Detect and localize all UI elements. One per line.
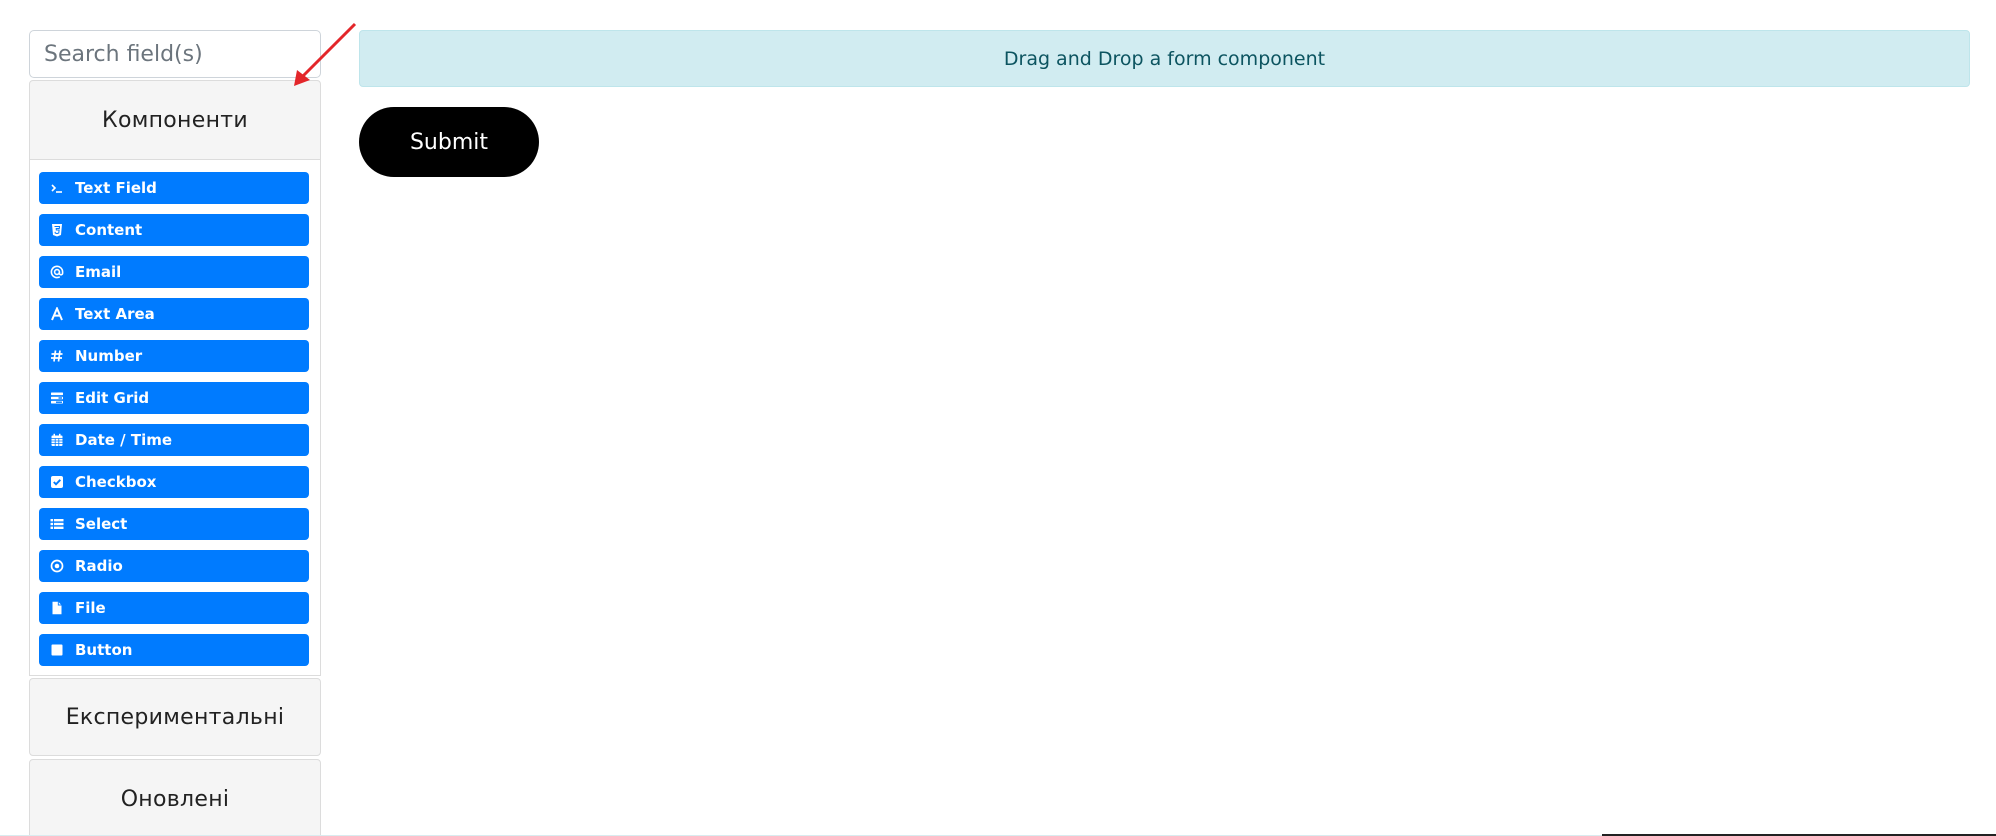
- drop-zone-text: Drag and Drop a form component: [1003, 47, 1326, 70]
- component-select[interactable]: Select: [39, 508, 309, 540]
- component-label: Date / Time: [75, 431, 173, 449]
- component-content[interactable]: Content: [39, 214, 309, 246]
- component-list: Text Field Content Email Text Area Numbe…: [29, 160, 321, 676]
- component-file[interactable]: File: [39, 592, 309, 624]
- component-date-time[interactable]: Date / Time: [39, 424, 309, 456]
- component-label: Edit Grid: [75, 389, 150, 407]
- stop-icon: [50, 643, 64, 657]
- form-drop-zone[interactable]: Drag and Drop a form component: [359, 30, 1970, 87]
- dot-circle-icon: [50, 559, 64, 573]
- component-label: Text Field: [75, 179, 157, 197]
- html5-icon: [50, 223, 64, 237]
- component-label: Number: [75, 347, 143, 365]
- component-label: Select: [75, 515, 128, 533]
- component-checkbox[interactable]: Checkbox: [39, 466, 309, 498]
- group-header-updated[interactable]: Оновлені: [29, 759, 321, 836]
- component-label: Email: [75, 263, 122, 281]
- check-square-icon: [50, 475, 64, 489]
- component-edit-grid[interactable]: Edit Grid: [39, 382, 309, 414]
- component-number[interactable]: Number: [39, 340, 309, 372]
- font-icon: [50, 307, 64, 321]
- component-label: Content: [75, 221, 143, 239]
- component-label: Checkbox: [75, 473, 157, 491]
- group-header-experimental[interactable]: Експериментальні: [29, 678, 321, 756]
- component-button[interactable]: Button: [39, 634, 309, 666]
- component-label: File: [75, 599, 106, 617]
- component-radio[interactable]: Radio: [39, 550, 309, 582]
- hashtag-icon: [50, 349, 64, 363]
- terminal-icon: [50, 181, 64, 195]
- component-label: Button: [75, 641, 133, 659]
- list-icon: [50, 517, 64, 531]
- file-icon: [50, 601, 64, 615]
- group-header-label: Експериментальні: [65, 704, 285, 730]
- component-text-field[interactable]: Text Field: [39, 172, 309, 204]
- at-icon: [50, 265, 64, 279]
- component-label: Radio: [75, 557, 123, 575]
- group-header-label: Компоненти: [102, 107, 248, 133]
- calendar-icon: [50, 433, 64, 447]
- group-header-components[interactable]: Компоненти: [29, 80, 321, 160]
- tasks-icon: [50, 391, 64, 405]
- search-fields-input[interactable]: [29, 30, 321, 78]
- builder-sidebar: Компоненти Text Field Content Email Text…: [29, 30, 321, 836]
- component-text-area[interactable]: Text Area: [39, 298, 309, 330]
- component-label: Text Area: [75, 305, 155, 323]
- submit-button[interactable]: Submit: [359, 107, 539, 177]
- group-header-label: Оновлені: [120, 786, 230, 812]
- component-email[interactable]: Email: [39, 256, 309, 288]
